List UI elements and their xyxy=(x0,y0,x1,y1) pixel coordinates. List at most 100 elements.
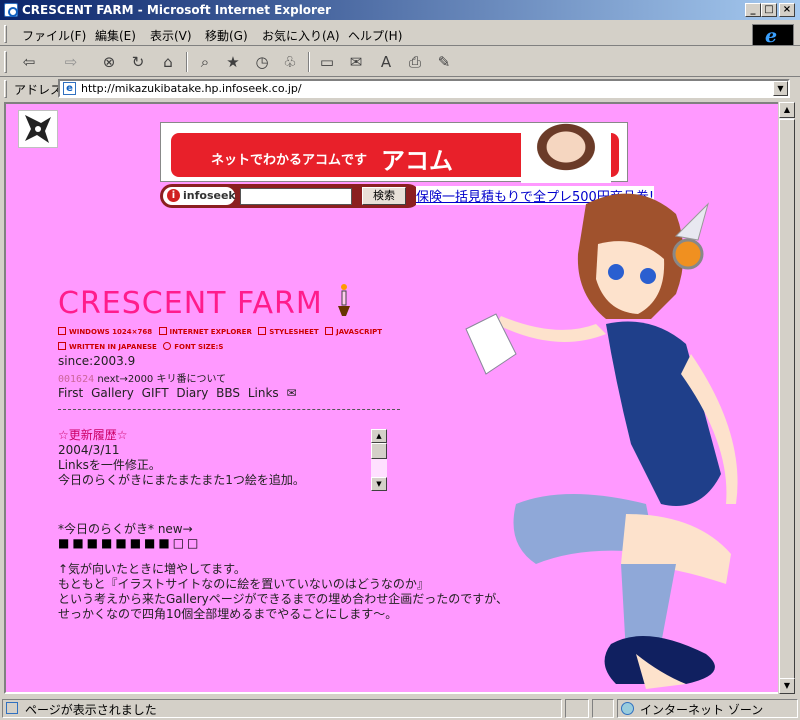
update-date: 2004/3/11 xyxy=(58,443,120,457)
menu-go[interactable]: 移動(G) xyxy=(205,27,248,44)
nav-gift[interactable]: GIFT xyxy=(142,386,169,400)
mail-icon[interactable]: ✉ xyxy=(287,386,297,400)
visitor-counter: 001624 next→2000 キリ番について xyxy=(58,370,226,385)
search-icon[interactable]: ⌕ xyxy=(194,51,216,73)
page-icon: e xyxy=(63,82,76,95)
badge-label: INTERNET EXPLORER xyxy=(169,328,252,336)
edit-icon[interactable]: ✎ xyxy=(433,51,455,73)
fullscreen-icon[interactable]: ▭ xyxy=(316,51,338,73)
browser-window: CRESCENT FARM - Microsoft Internet Explo… xyxy=(0,0,800,720)
maximize-button[interactable]: □ xyxy=(761,3,777,17)
refresh-icon[interactable]: ↻ xyxy=(127,51,149,73)
since-date: since:2003.9 xyxy=(58,354,136,368)
address-url[interactable]: http://mikazukibatake.hp.infoseek.co.jp/ xyxy=(81,82,302,95)
scroll-thumb[interactable] xyxy=(779,119,795,679)
history-icon[interactable]: ◷ xyxy=(251,51,273,73)
page-viewport: ネットでわかるアコムです アコム infoseek 検索 保険一括見積もりで全プ… xyxy=(4,102,780,694)
status-pane: ページが表示されました xyxy=(2,699,562,718)
address-grip xyxy=(4,80,7,98)
page-scrollbar[interactable]: ▲ ▼ xyxy=(778,102,795,694)
scroll-thumb[interactable] xyxy=(371,443,387,459)
favorites-icon[interactable]: ★ xyxy=(222,51,244,73)
nav-diary[interactable]: Diary xyxy=(176,386,208,400)
toolbar-separator xyxy=(308,52,310,72)
zone-pane: インターネット ゾーン xyxy=(617,699,798,718)
update-history-scrollbar[interactable]: ▲ ▼ xyxy=(371,429,387,491)
minimize-button[interactable]: _ xyxy=(745,3,761,17)
ad-banner-text: ネットでわかるアコムです xyxy=(211,153,368,168)
magnifier-icon xyxy=(163,342,172,350)
badge-label: STYLESHEET xyxy=(269,328,319,336)
nav-links[interactable]: Links xyxy=(248,386,279,400)
shuriken-logo[interactable] xyxy=(18,110,58,148)
ie-throbber: e xyxy=(752,24,794,47)
ad-banner-brand: アコム xyxy=(381,147,453,175)
ad-banner[interactable]: ネットでわかるアコムです アコム xyxy=(160,122,628,183)
ie-icon xyxy=(4,3,18,17)
body-line: もともと『イラストサイトなのに絵を置いていないのはどうなのか』 xyxy=(58,577,429,591)
divider xyxy=(58,409,400,410)
menu-file[interactable]: ファイル(F) xyxy=(22,27,86,44)
requirement-badges: WINDOWS 1024×768 INTERNET EXPLORER STYLE… xyxy=(58,325,386,355)
nav-first[interactable]: First xyxy=(58,386,83,400)
close-button[interactable]: × xyxy=(779,3,795,17)
address-label: アドレス xyxy=(14,83,63,97)
search-input[interactable] xyxy=(240,188,352,205)
forward-arrow-icon[interactable]: ⇨ xyxy=(60,51,82,73)
search-button[interactable]: 検索 xyxy=(362,187,406,205)
toolbar: ⇦ ⇨ ⊗ ↻ ⌂ ⌕ ★ ◷ ♧ ▭ ✉ A ⎙ ✎ xyxy=(0,47,800,77)
address-bar: アドレス e http://mikazukibatake.hp.infoseek… xyxy=(0,78,800,100)
home-icon[interactable]: ⌂ xyxy=(157,51,179,73)
counter-number: 001624 xyxy=(58,374,95,385)
badge-japanese: WRITTEN IN JAPANESE xyxy=(58,340,157,355)
scroll-down-icon[interactable]: ▼ xyxy=(371,477,387,491)
address-field[interactable]: e http://mikazukibatake.hp.infoseek.co.j… xyxy=(58,79,790,98)
badge-stylesheet: STYLESHEET xyxy=(258,325,319,340)
channels-icon[interactable]: ♧ xyxy=(279,51,301,73)
stop-icon[interactable]: ⊗ xyxy=(98,51,120,73)
toolbar-separator xyxy=(186,52,188,72)
body-line: ↑気が向いたときに増やしてます。 xyxy=(58,562,246,576)
status-text: ページが表示されました xyxy=(25,703,157,717)
address-dropdown-button[interactable]: ▼ xyxy=(773,81,788,96)
page-status-icon xyxy=(6,702,18,714)
rakugaki-heading: *今日のらくがき* new→ xyxy=(58,522,193,536)
nav-bbs[interactable]: BBS xyxy=(216,386,240,400)
nav-gallery[interactable]: Gallery xyxy=(91,386,134,400)
back-arrow-icon[interactable]: ⇦ xyxy=(18,51,40,73)
update-history-title: ☆更新履歴☆ xyxy=(58,428,128,442)
infoseek-search-bar: infoseek 検索 xyxy=(160,184,420,208)
menu-edit[interactable]: 編集(E) xyxy=(95,27,136,44)
scroll-up-icon[interactable]: ▲ xyxy=(371,429,387,443)
font-icon[interactable]: A xyxy=(375,51,397,73)
scroll-down-icon[interactable]: ▼ xyxy=(779,678,795,694)
mail-icon[interactable]: ✉ xyxy=(345,51,367,73)
text-icon xyxy=(58,342,66,350)
badge-label: WINDOWS 1024×768 xyxy=(69,328,153,336)
character-illustration xyxy=(465,193,738,689)
candle-icon xyxy=(338,284,350,316)
badge-ie: INTERNET EXPLORER xyxy=(158,325,252,340)
badge-windows: WINDOWS 1024×768 xyxy=(58,325,152,340)
site-nav: First Gallery GIFT Diary BBS Links ✉ xyxy=(58,386,301,400)
menu-favorites[interactable]: お気に入り(A) xyxy=(262,27,340,44)
scroll-up-icon[interactable]: ▲ xyxy=(779,102,795,118)
window-title: CRESCENT FARM - Microsoft Internet Explo… xyxy=(22,3,332,17)
ie-logo-icon: e xyxy=(765,25,778,47)
kiriban-link[interactable]: キリ番について xyxy=(156,374,226,385)
print-icon[interactable]: ⎙ xyxy=(404,51,426,73)
rakugaki-squares[interactable]: ■■■■■■■■□□ xyxy=(58,536,201,550)
menu-help[interactable]: ヘルプ(H) xyxy=(348,27,402,44)
toolbar-grip xyxy=(4,51,7,73)
badge-label: WRITTEN IN JAPANESE xyxy=(69,343,157,351)
rakugaki-description: ↑気が向いたときに増やしてます。 もともと『イラストサイトなのに絵を置いていない… xyxy=(58,562,508,622)
shuriken-icon xyxy=(25,115,51,143)
globe-icon xyxy=(621,702,634,715)
menu-view[interactable]: 表示(V) xyxy=(150,27,192,44)
badge-javascript: JAVASCRIPT xyxy=(325,325,382,340)
status-pane-empty xyxy=(565,699,589,718)
update-entry: 今日のらくがきにまたまたまた1つ絵を追加。 xyxy=(58,473,305,487)
check-icon xyxy=(325,327,334,335)
badge-font-size: FONT SIZE:S xyxy=(163,340,223,355)
zone-text: インターネット ゾーン xyxy=(640,703,764,717)
